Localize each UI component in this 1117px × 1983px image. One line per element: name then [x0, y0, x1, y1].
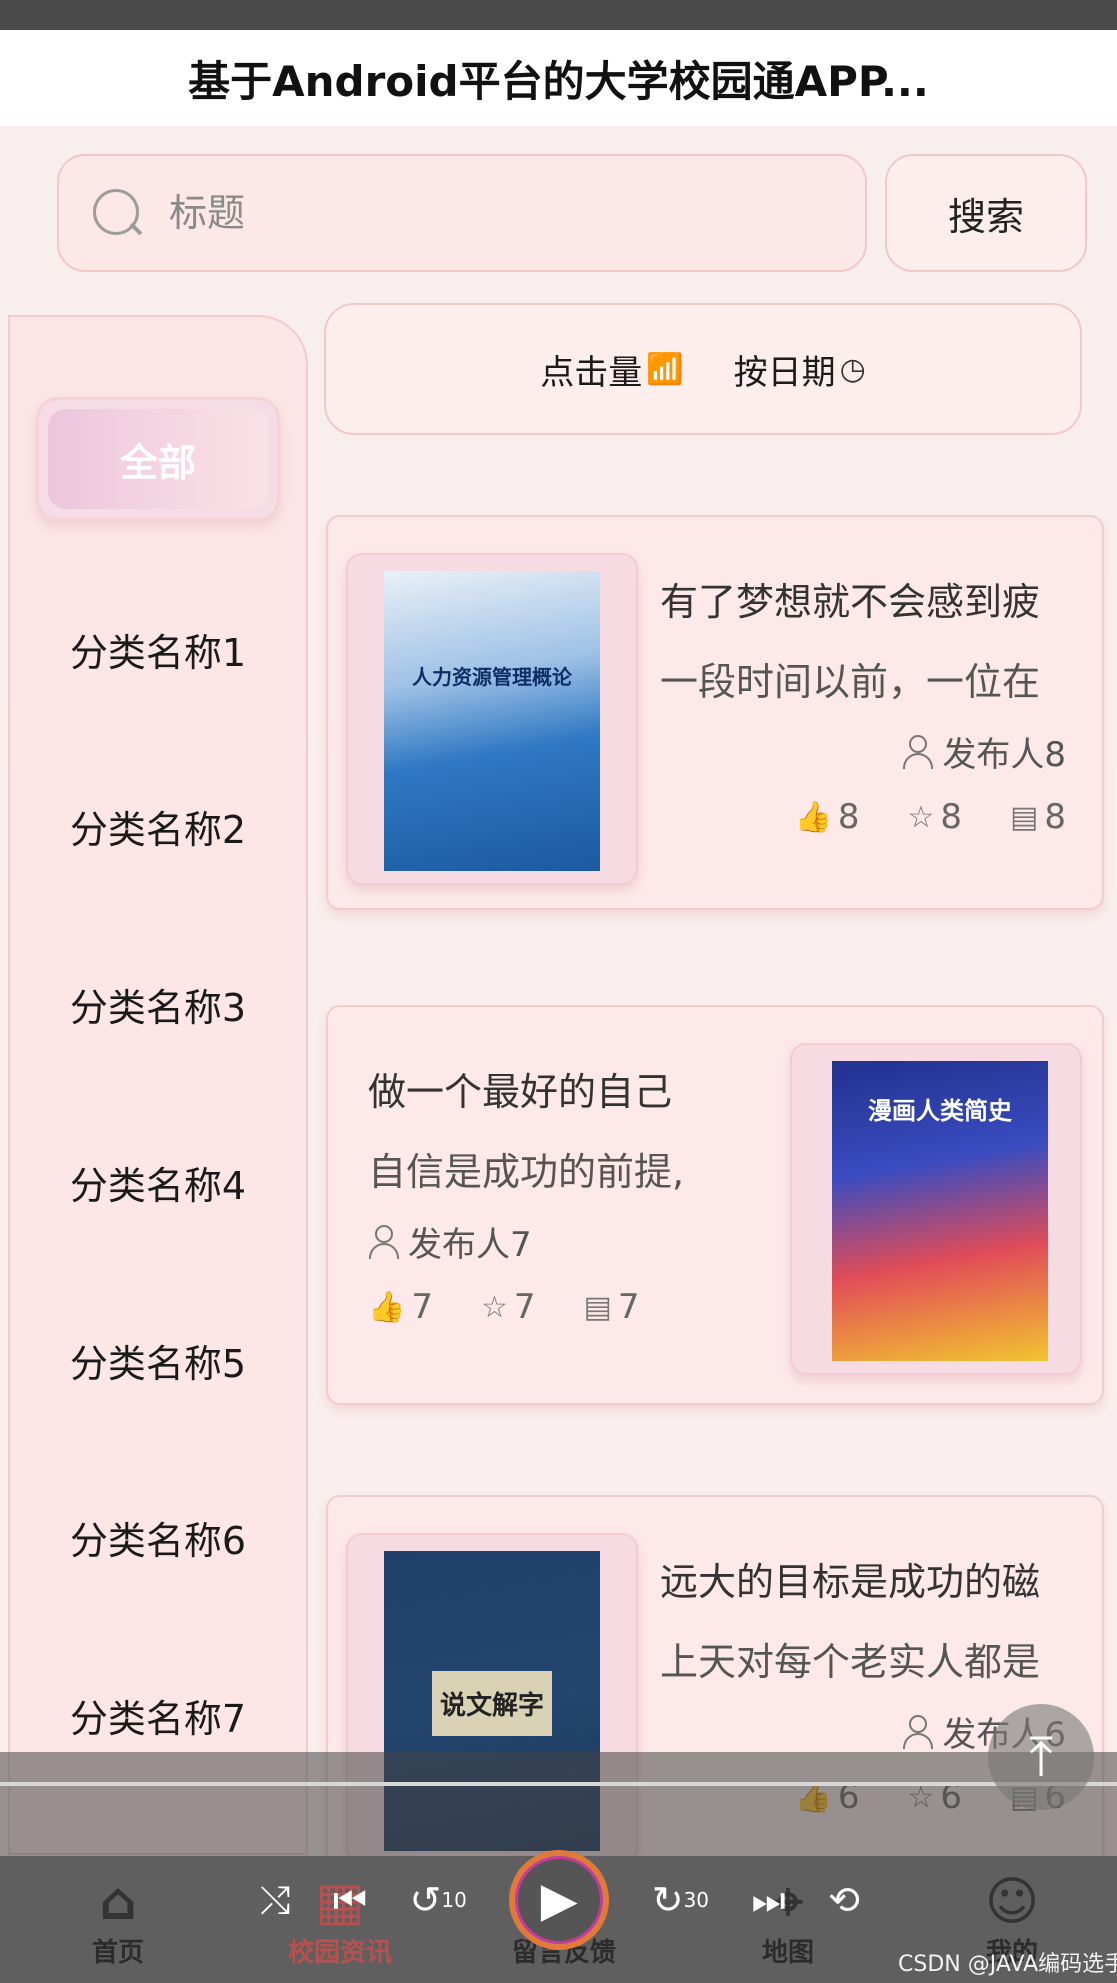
back-to-top-button[interactable]: ⤒ [988, 1704, 1094, 1810]
shuffle-icon[interactable]: ⤭ [260, 1878, 290, 1923]
rewind-seconds: 10 [441, 1888, 467, 1912]
category-item[interactable]: 分类名称7 [8, 1688, 308, 1743]
category-item[interactable]: 分类名称1 [8, 622, 308, 677]
arrow-up-icon: ⤒ [1029, 1725, 1053, 1788]
video-overlay [0, 1752, 1117, 1858]
search-icon [89, 185, 145, 241]
star-icon: ☆ [481, 1289, 508, 1325]
card-description: 上天对每个老实人都是 [660, 1640, 1041, 1684]
previous-icon[interactable]: ⏮ [333, 1878, 367, 1923]
like-value: 7 [411, 1287, 433, 1327]
clock-icon: ◷ [839, 351, 866, 387]
category-all-button[interactable]: 全部 [36, 397, 280, 521]
news-card[interactable]: 人力资源管理概论 有了梦想就不会感到疲 一段时间以前，一位在 发布人8 👍 8 ☆… [326, 515, 1104, 910]
favorite-count[interactable]: ☆ 8 [907, 797, 962, 837]
card-cover-frame: 人力资源管理概论 [346, 553, 638, 885]
person-icon [902, 1714, 934, 1749]
tab-home[interactable]: ⌂ 首页 [48, 1872, 188, 1969]
rewind-icon: ↺ [409, 1878, 442, 1922]
cover-text: 说文解字 [432, 1671, 552, 1736]
search-box[interactable] [57, 154, 867, 272]
like-value: 8 [837, 797, 860, 837]
comment-count[interactable]: ▤ 7 [584, 1287, 640, 1327]
title-bar: 基于Android平台的大学校园通APP... [0, 30, 1117, 126]
star-icon: ☆ [907, 799, 935, 835]
card-stats: 👍 7 ☆ 7 ▤ 7 [368, 1287, 640, 1327]
user-icon: ☺ [984, 1872, 1040, 1932]
rewind-button[interactable]: ↺ 10 [410, 1878, 467, 1922]
chart-icon: 📶 [646, 351, 684, 387]
watermark: CSDN @JAVA编码选手 [898, 1952, 1117, 1977]
sort-date-label: 按日期 [733, 352, 836, 393]
card-author: 发布人7 [368, 1217, 532, 1266]
category-all-label: 全部 [48, 409, 268, 509]
tab-label: 首页 [91, 1938, 144, 1968]
card-title: 有了梦想就不会感到疲 [660, 580, 1041, 624]
cover-text: 人力资源管理概论 [412, 665, 572, 689]
card-author: 发布人8 [902, 727, 1066, 776]
media-controls: ⤭ ⏮ ↺ 10 ▶ ↻ 30 ⏭ ⟲ [260, 1850, 860, 1950]
comment-icon: ▤ [1010, 799, 1039, 835]
category-item[interactable]: 分类名称4 [8, 1155, 308, 1210]
card-description: 自信是成功的前提, [368, 1150, 685, 1194]
thumbs-up-icon: 👍 [794, 799, 832, 835]
cover-text: 漫画人类简史 [868, 1097, 1012, 1125]
category-item[interactable]: 分类名称3 [8, 977, 308, 1032]
favorite-count[interactable]: ☆ 7 [481, 1287, 536, 1327]
card-description: 一段时间以前，一位在 [660, 660, 1041, 704]
sort-by-date[interactable]: 按日期 ◷ [734, 345, 866, 394]
comment-icon: ▤ [583, 1289, 612, 1325]
author-name: 发布人8 [942, 735, 1066, 775]
repeat-icon[interactable]: ⟲ [828, 1878, 860, 1922]
search-input[interactable] [169, 191, 769, 235]
card-title: 做一个最好的自己 [368, 1070, 673, 1114]
like-count[interactable]: 👍 7 [368, 1287, 433, 1327]
category-item[interactable]: 分类名称5 [8, 1333, 308, 1388]
forward-seconds: 30 [683, 1888, 710, 1912]
category-sidebar [8, 315, 308, 1855]
person-icon [368, 1224, 400, 1259]
person-icon [902, 734, 934, 769]
sort-clicks-label: 点击量 [540, 352, 643, 393]
comment-value: 8 [1044, 797, 1066, 837]
play-button[interactable]: ▶ [509, 1850, 610, 1950]
favorite-value: 7 [513, 1287, 536, 1327]
next-icon[interactable]: ⏭ [751, 1878, 785, 1923]
favorite-value: 8 [940, 797, 962, 837]
video-progress-bar[interactable] [0, 1782, 1117, 1786]
card-title: 远大的目标是成功的磁 [660, 1560, 1041, 1604]
book-cover-image: 漫画人类简史 [832, 1061, 1048, 1361]
home-icon: ⌂ [99, 1872, 137, 1932]
card-stats: 👍 8 ☆ 8 ▤ 8 [794, 797, 1066, 837]
book-cover-image: 人力资源管理概论 [384, 571, 600, 871]
news-card[interactable]: 做一个最好的自己 自信是成功的前提, 发布人7 👍 7 ☆ 7 ▤ 7 漫画人类简史 [326, 1005, 1104, 1405]
comment-count[interactable]: ▤ 8 [1010, 797, 1066, 837]
search-button[interactable]: 搜索 [885, 154, 1087, 272]
author-name: 发布人7 [408, 1225, 532, 1265]
thumbs-up-icon: 👍 [368, 1289, 406, 1325]
category-item[interactable]: 分类名称2 [8, 799, 308, 854]
play-icon: ▶ [540, 1872, 578, 1928]
like-count[interactable]: 👍 8 [794, 797, 859, 837]
card-cover-frame: 漫画人类简史 [790, 1043, 1082, 1375]
sort-by-clicks[interactable]: 点击量 📶 [540, 345, 683, 394]
sort-bar: 点击量 📶 按日期 ◷ [324, 303, 1082, 435]
page-title: 基于Android平台的大学校园通APP... [188, 56, 929, 106]
forward-button[interactable]: ↻ 30 [652, 1878, 709, 1922]
forward-icon: ↻ [651, 1878, 684, 1922]
category-item[interactable]: 分类名称6 [8, 1510, 308, 1565]
comment-value: 7 [617, 1287, 640, 1327]
